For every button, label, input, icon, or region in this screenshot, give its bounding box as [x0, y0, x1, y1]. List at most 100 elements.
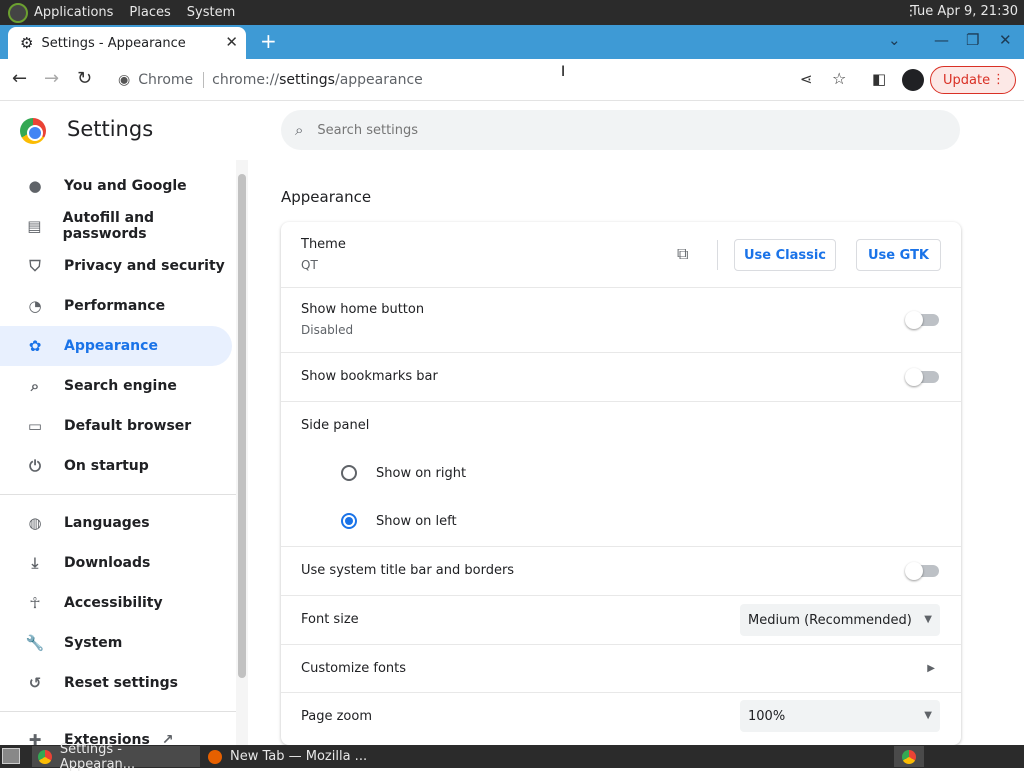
- side-panel-label: Side panel: [301, 418, 370, 433]
- sidebar-item-label: Accessibility: [64, 595, 163, 611]
- tray-chrome[interactable]: [894, 746, 924, 767]
- sidebar-item-accessibility[interactable]: ☥ Accessibility: [0, 583, 232, 623]
- sidebar-item-reset[interactable]: ↺ Reset settings: [0, 663, 232, 703]
- url-path: /appearance: [334, 72, 423, 88]
- restore-icon[interactable]: ❐: [966, 31, 979, 49]
- home-button-toggle[interactable]: [905, 311, 939, 329]
- applications-menu[interactable]: Applications: [34, 5, 113, 20]
- search-icon: ⌕: [30, 377, 40, 395]
- system-menu[interactable]: System: [187, 5, 235, 20]
- chrome-logo-icon: [20, 118, 46, 144]
- speedometer-icon: ◔: [28, 297, 42, 315]
- sidebar-scrollbar[interactable]: [236, 160, 248, 745]
- settings-header: Settings ⌕: [0, 101, 1024, 158]
- history-icon: ↺: [28, 674, 42, 692]
- update-button[interactable]: Update ⋮: [930, 66, 1016, 94]
- sidebar-item-label: System: [64, 635, 123, 651]
- section-title: Appearance: [281, 188, 372, 206]
- sidebar-item-label: You and Google: [64, 178, 187, 194]
- chrome-icon: [902, 749, 916, 764]
- use-classic-button[interactable]: Use Classic: [734, 239, 836, 271]
- sidebar-item-privacy[interactable]: ⛉ Privacy and security: [0, 246, 232, 286]
- use-gtk-button[interactable]: Use GTK: [856, 239, 941, 271]
- share-icon[interactable]: ⋖: [800, 70, 813, 88]
- reload-icon[interactable]: ↻: [77, 68, 92, 89]
- font-size-select[interactable]: Medium (Recommended) ▼: [740, 604, 940, 636]
- back-icon[interactable]: ←: [12, 68, 27, 89]
- side-panel-icon[interactable]: ◧: [872, 70, 886, 88]
- system-title-bar-toggle[interactable]: [905, 562, 939, 580]
- sidebar-item-label: Search engine: [64, 378, 177, 394]
- show-on-left-radio[interactable]: [341, 513, 357, 529]
- customize-fonts-row[interactable]: Customize fonts ▶: [281, 645, 961, 693]
- url-host: settings: [279, 72, 335, 88]
- gnome-logo-icon[interactable]: [8, 2, 28, 23]
- forward-icon[interactable]: →: [44, 68, 59, 89]
- sidebar-item-on-startup[interactable]: ⏻ On startup: [0, 446, 232, 486]
- sidebar-item-autofill[interactable]: ▤ Autofill and passwords: [0, 206, 232, 246]
- tab-settings[interactable]: ⚙ Settings - Appearance ✕: [8, 27, 246, 59]
- close-tab-icon[interactable]: ✕: [225, 33, 238, 51]
- tab-search-icon[interactable]: ⌄: [888, 31, 901, 49]
- page-zoom-label: Page zoom: [301, 709, 372, 724]
- page-zoom-row: Page zoom 100% ▼: [281, 693, 961, 745]
- system-title-bar-label: Use system title bar and borders: [301, 563, 515, 578]
- sidebar-item-label: Appearance: [64, 338, 158, 354]
- omnibox-url[interactable]: chrome://settings/appearance: [212, 72, 423, 88]
- gear-icon: ⚙: [20, 34, 34, 52]
- minimize-icon[interactable]: —: [934, 31, 949, 49]
- places-menu[interactable]: Places: [129, 5, 170, 20]
- dropdown-caret-icon: ▼: [924, 710, 932, 721]
- sidebar-item-appearance[interactable]: ✿ Appearance: [0, 326, 232, 366]
- sidebar-item-search-engine[interactable]: ⌕ Search engine: [0, 366, 232, 406]
- system-title-bar-row[interactable]: Use system title bar and borders: [281, 547, 961, 596]
- browser-window-icon: ▭: [27, 417, 43, 435]
- bookmark-star-icon[interactable]: ☆: [832, 69, 846, 88]
- show-desktop-icon[interactable]: [2, 748, 20, 764]
- home-button-row[interactable]: Show home button Disabled: [281, 288, 961, 353]
- text-cursor-icon: I: [561, 64, 566, 80]
- sidebar-item-label: Privacy and security: [64, 258, 225, 274]
- chrome-page-icon[interactable]: ◉: [118, 72, 130, 88]
- page-zoom-select[interactable]: 100% ▼: [740, 700, 940, 732]
- new-tab-button[interactable]: +: [260, 29, 277, 53]
- theme-row: Theme QT ⧉ Use Classic Use GTK: [281, 222, 961, 288]
- search-settings-box[interactable]: ⌕: [281, 110, 960, 150]
- dropdown-caret-icon: ▼: [924, 614, 932, 625]
- font-size-row: Font size Medium (Recommended) ▼: [281, 596, 961, 645]
- bookmarks-bar-row[interactable]: Show bookmarks bar: [281, 353, 961, 402]
- show-on-right-label[interactable]: Show on right: [376, 466, 466, 481]
- sidebar-item-system[interactable]: 🔧 System: [0, 623, 232, 663]
- show-on-left-label[interactable]: Show on left: [376, 514, 457, 529]
- more-menu-icon[interactable]: ⋮: [992, 72, 1005, 87]
- sidebar-divider: [0, 711, 236, 712]
- url-prefix: chrome://: [212, 72, 280, 88]
- accessibility-icon: ☥: [29, 594, 41, 612]
- os-top-panel: Applications Places System ⋮ Tue Apr 9, …: [0, 0, 1024, 25]
- chrome-icon: [38, 749, 52, 764]
- close-window-icon[interactable]: ✕: [999, 31, 1012, 49]
- open-external-icon[interactable]: ⧉: [677, 244, 688, 264]
- clock[interactable]: Tue Apr 9, 21:30: [911, 4, 1018, 19]
- sidebar-item-performance[interactable]: ◔ Performance: [0, 286, 232, 326]
- home-button-label: Show home button: [301, 302, 425, 317]
- omnibox-chip: Chrome: [138, 72, 194, 88]
- task-firefox[interactable]: New Tab — Mozilla ...: [202, 746, 372, 767]
- profile-avatar-icon[interactable]: [902, 69, 924, 91]
- palette-icon: ✿: [28, 337, 42, 355]
- search-input[interactable]: [317, 122, 918, 138]
- sidebar-item-downloads[interactable]: ⤓ Downloads: [0, 543, 232, 583]
- task-label: Settings - Appearan...: [59, 741, 136, 772]
- sidebar-scroll-thumb[interactable]: [238, 174, 246, 678]
- omnibox[interactable]: ◉ Chrome chrome://settings/appearance: [108, 64, 898, 96]
- sidebar-divider: [0, 494, 236, 495]
- sidebar-item-default-browser[interactable]: ▭ Default browser: [0, 406, 232, 446]
- show-on-right-radio[interactable]: [341, 465, 357, 481]
- sidebar-item-you-and-google[interactable]: ● You and Google: [0, 166, 232, 206]
- side-panel-row: Side panel Show on right Show on left: [281, 402, 961, 547]
- bookmarks-bar-toggle[interactable]: [905, 368, 939, 386]
- sidebar-item-languages[interactable]: ◍ Languages: [0, 503, 232, 543]
- sidebar-item-label: On startup: [64, 458, 149, 474]
- task-chrome-settings[interactable]: Settings - Appearan...: [32, 742, 200, 772]
- download-icon: ⤓: [31, 554, 39, 572]
